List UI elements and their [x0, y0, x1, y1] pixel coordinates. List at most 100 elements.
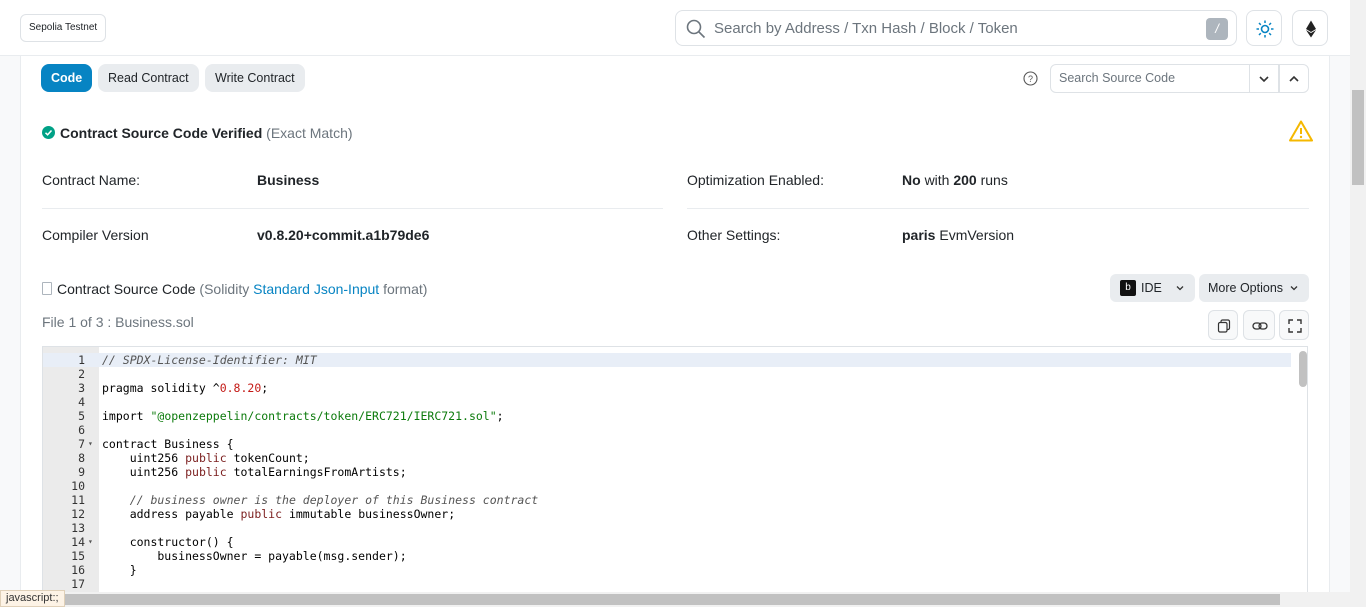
line-number: 14	[71, 535, 85, 549]
more-options-button[interactable]: More Options	[1199, 274, 1309, 302]
code-line: 5 import "@openzeppelin/contracts/token/E…	[43, 409, 1291, 423]
code-line: 6	[43, 423, 1291, 437]
code-line: 13	[43, 521, 1291, 535]
permalink-button[interactable]	[1243, 310, 1275, 340]
code-text: uint256 public tokenCount;	[102, 451, 310, 465]
code-line: 12 address payable public immutable busi…	[43, 507, 1291, 521]
status-bar-url: javascript:;	[0, 590, 65, 607]
code-text: address payable public immutable busines…	[102, 507, 456, 521]
divider	[687, 208, 1309, 209]
code-text: }	[102, 563, 137, 577]
line-number: 5	[78, 409, 85, 423]
contract-card: Code Read Contract Write Contract ? Sear…	[20, 56, 1330, 607]
line-number: 3	[78, 381, 85, 395]
line-number: 9	[78, 465, 85, 479]
source-search-input[interactable]: Search Source Code	[1050, 64, 1250, 93]
line-number: 12	[71, 507, 85, 521]
fold-toggle-icon[interactable]: ▾	[88, 437, 93, 451]
network-badge[interactable]: Sepolia Testnet	[20, 14, 107, 42]
search-icon	[686, 19, 706, 39]
verified-check-icon	[42, 126, 55, 139]
line-number: 10	[71, 479, 85, 493]
line-number: 7	[78, 437, 85, 451]
optimization-value: No with 200 runs	[902, 172, 1008, 188]
code-editor[interactable]: 1 // SPDX-License-Identifier: MIT 2 3 pragma…	[42, 346, 1308, 607]
link-icon	[1252, 322, 1268, 330]
tab-code[interactable]: Code	[41, 64, 93, 92]
svg-text:?: ?	[1028, 74, 1033, 84]
top-bar: Sepolia Testnet Search by Address / Txn …	[0, 0, 1350, 56]
code-line: 15 businessOwner = payable(msg.sender);	[43, 549, 1291, 563]
line-number: 16	[71, 563, 85, 577]
code-line: 3 pragma solidity ^0.8.20;	[43, 381, 1291, 395]
editor-scrollbar[interactable]	[1299, 351, 1307, 387]
verified-status: Contract Source Code Verified (Exact Mat…	[42, 125, 353, 141]
page-vertical-scrollbar[interactable]	[1350, 0, 1366, 592]
tab-read-contract[interactable]: Read Contract	[98, 64, 199, 92]
code-text: import "@openzeppelin/contracts/token/ER…	[102, 409, 504, 423]
fold-toggle-icon[interactable]: ▾	[88, 535, 93, 549]
sun-icon	[1256, 20, 1274, 38]
code-line: 17	[43, 577, 1291, 591]
compiler-version-label: Compiler Version	[42, 227, 149, 243]
code-line: 9 uint256 public totalEarningsFromArtist…	[43, 465, 1291, 479]
search-prev-button[interactable]	[1279, 64, 1309, 93]
chevron-down-icon	[1176, 286, 1184, 291]
ide-button[interactable]: b IDE	[1110, 274, 1195, 302]
line-number: 2	[78, 367, 85, 381]
copy-icon	[1217, 319, 1231, 333]
horizontal-scroll-thumb[interactable]	[62, 594, 1280, 605]
code-line: 8 uint256 public tokenCount;	[43, 451, 1291, 465]
code-line: 1 // SPDX-License-Identifier: MIT	[43, 353, 1291, 367]
verified-match: (Exact Match)	[266, 125, 353, 141]
line-number: 17	[71, 577, 85, 591]
code-text: constructor() {	[102, 535, 234, 549]
help-icon[interactable]: ?	[1023, 71, 1038, 86]
code-text: businessOwner = payable(msg.sender);	[102, 549, 407, 563]
other-settings-label: Other Settings:	[687, 227, 781, 243]
theme-toggle-button[interactable]	[1246, 10, 1282, 46]
code-line: 4	[43, 395, 1291, 409]
chevron-down-icon	[1259, 76, 1269, 83]
code-text: uint256 public totalEarningsFromArtists;	[102, 465, 407, 479]
code-line: 14 ▾ constructor() {	[43, 535, 1291, 549]
verified-title: Contract Source Code Verified	[60, 125, 263, 141]
code-line: 11 // business owner is the deployer of …	[43, 493, 1291, 507]
code-text: pragma solidity ^0.8.20;	[102, 381, 269, 395]
code-line: 7 ▾ contract Business {	[43, 437, 1291, 451]
search-bar[interactable]: Search by Address / Txn Hash / Block / T…	[675, 10, 1237, 46]
line-number: 13	[71, 521, 85, 535]
code-text: // SPDX-License-Identifier: MIT	[102, 353, 317, 367]
compiler-version-value: v0.8.20+commit.a1b79de6	[257, 227, 430, 243]
chevron-up-icon	[1289, 75, 1299, 82]
line-number: 4	[78, 395, 85, 409]
search-next-button[interactable]	[1249, 64, 1279, 93]
blockscan-logo-icon: b	[1120, 280, 1136, 296]
code-line: 2	[43, 367, 1291, 381]
search-input[interactable]: Search by Address / Txn Hash / Block / T…	[714, 20, 1018, 37]
line-number: 8	[78, 451, 85, 465]
expand-icon	[1288, 319, 1302, 333]
code-text: // business owner is the deployer of thi…	[129, 493, 539, 507]
contract-name-value: Business	[257, 172, 320, 188]
tab-write-contract[interactable]: Write Contract	[205, 64, 305, 92]
network-switch-button[interactable]	[1292, 10, 1328, 46]
contract-name-label: Contract Name:	[42, 172, 141, 188]
page-horizontal-scrollbar[interactable]	[0, 592, 1366, 607]
line-number: 11	[71, 493, 85, 507]
source-code-title: Contract Source Code (Solidity Standard …	[42, 281, 427, 297]
vertical-scroll-thumb[interactable]	[1352, 90, 1364, 185]
chevron-down-icon	[1290, 286, 1298, 291]
fullscreen-button[interactable]	[1279, 310, 1309, 340]
code-line: 16 }	[43, 563, 1291, 577]
file-code-icon	[42, 282, 52, 295]
json-input-link[interactable]: Standard Json-Input	[253, 281, 379, 297]
divider	[42, 208, 663, 209]
warning-icon[interactable]	[1289, 120, 1313, 142]
code-text: contract Business {	[102, 437, 234, 451]
other-settings-value: paris EvmVersion	[902, 227, 1015, 243]
file-label: File 1 of 3 : Business.sol	[42, 314, 194, 330]
copy-button[interactable]	[1208, 310, 1238, 340]
code-line: 10	[43, 479, 1291, 493]
ethereum-icon	[1306, 20, 1316, 38]
